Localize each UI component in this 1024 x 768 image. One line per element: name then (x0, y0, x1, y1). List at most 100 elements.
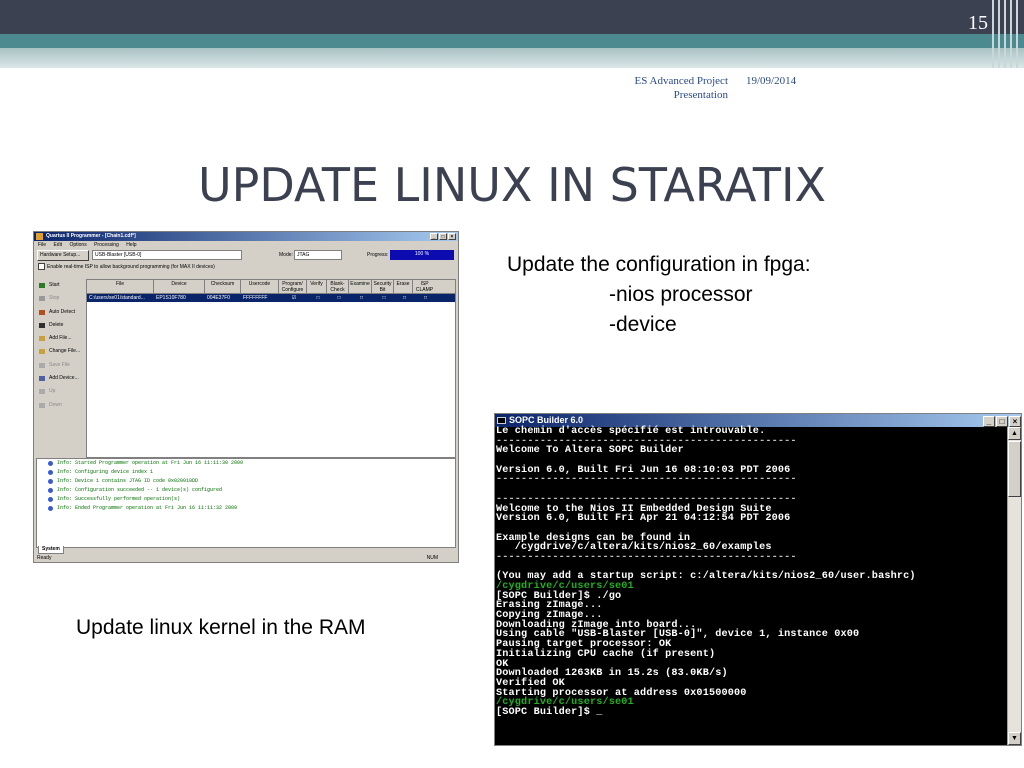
col-usercode[interactable]: Usercode (241, 280, 279, 293)
examine-checkbox[interactable]: □ (349, 294, 372, 302)
change-file-button[interactable]: Change File... (36, 346, 86, 357)
quartus-app-icon (36, 233, 43, 240)
isp-checkbox[interactable] (38, 263, 45, 271)
mode-label: Mode: (279, 252, 293, 258)
info-icon (48, 461, 53, 466)
quartus-menu-bar: File Edit Options Processing Help (34, 241, 458, 249)
config-bullet: Update the configuration in fpga: -nios … (507, 250, 811, 340)
scroll-thumb[interactable] (1008, 441, 1021, 497)
col-isp-clamp[interactable]: ISP CLAMP (413, 280, 436, 293)
auto-detect-button[interactable]: Auto Detect (36, 307, 86, 318)
message-line: Info: Device 1 contains JTAG ID code 0x0… (37, 477, 455, 486)
kernel-caption: Update linux kernel in the RAM (76, 616, 366, 639)
col-erase[interactable]: Erase (394, 280, 413, 293)
device-chain-table: File Device Checksum Usercode Program/ C… (86, 279, 456, 458)
security-bit-checkbox[interactable]: □ (372, 294, 394, 302)
blank-check-checkbox[interactable]: □ (327, 294, 349, 302)
cell-usercode: FFFFFFFF (243, 295, 268, 301)
progress-bar: 100 % (390, 250, 454, 260)
info-icon (48, 479, 53, 484)
quartus-side-buttons: Start Stop Auto Detect Delete Add File..… (36, 280, 86, 413)
menu-file[interactable]: File (38, 242, 46, 248)
verify-checkbox[interactable]: □ (307, 294, 327, 302)
scroll-down-icon[interactable]: ▼ (1008, 732, 1021, 745)
maximize-icon[interactable]: □ (996, 416, 1008, 427)
add-file-button[interactable]: Add File... (36, 333, 86, 344)
sopc-builder-window: SOPC Builder 6.0 _ □ × Le chemin d'accès s… (494, 413, 1022, 746)
down-icon (39, 402, 45, 408)
col-examine[interactable]: Examine (349, 280, 372, 293)
sub-item-device: -device (609, 313, 677, 336)
close-icon[interactable]: × (448, 233, 456, 240)
save-file-icon (39, 362, 45, 368)
mode-select[interactable]: JTAG (294, 250, 342, 260)
message-line: Info: Configuring device index 1 (37, 468, 455, 477)
footer-line-1: ES Advanced Project (634, 75, 728, 87)
console-line: Welcome To Altera SOPC Builder (496, 445, 684, 457)
col-file[interactable]: File (87, 280, 154, 293)
cell-device: EP1S10F780 (156, 295, 186, 301)
delete-button[interactable]: Delete (36, 320, 86, 331)
hardware-setup-button[interactable]: Hardware Setup... (37, 250, 89, 261)
isp-clamp-checkbox[interactable]: □ (413, 294, 436, 302)
console-line: ----------------------------------------… (496, 474, 797, 486)
footer-line-2: Presentation (673, 89, 728, 101)
quartus-title-bar: Quartus II Programmer - [Chain1.cdf*] _ □… (34, 232, 458, 241)
close-icon[interactable]: × (1009, 416, 1021, 427)
minimize-icon[interactable]: _ (983, 416, 995, 427)
maximize-icon[interactable]: □ (439, 233, 447, 240)
col-blank-check[interactable]: Blank- Check (327, 280, 349, 293)
start-icon (39, 283, 45, 288)
bullet-text: Update the configuration in fpga: (507, 253, 811, 276)
delete-icon (39, 322, 45, 328)
info-icon (48, 488, 53, 493)
sub-item-nios: -nios processor (609, 283, 753, 306)
quartus-programmer-window: Quartus II Programmer - [Chain1.cdf*] _ □… (33, 231, 459, 563)
isp-checkbox-row[interactable]: Enable real-time ISP to allow background… (34, 263, 458, 272)
col-security-bit[interactable]: Security Bit (372, 280, 394, 293)
console-line: Downloaded 1263KB in 15.2s (83.0KB/s) (496, 668, 728, 680)
col-checksum[interactable]: Checksum (205, 280, 241, 293)
progress-label: Progress: (367, 252, 389, 258)
auto-detect-icon (39, 309, 45, 315)
change-file-icon (39, 349, 45, 355)
console-line: Version 6.0, Built Fri Apr 21 04:12:54 P… (496, 513, 791, 525)
info-icon (48, 497, 53, 502)
minimize-icon[interactable]: _ (430, 233, 438, 240)
message-line: Info: Ended Programmer operation at Fri … (37, 504, 455, 513)
slide-title: UPDATE LINUX IN STARATIX (197, 158, 827, 212)
header-bar-light (0, 48, 1024, 68)
add-file-icon (39, 336, 45, 342)
message-line: Info: Started Programmer operation at Fr… (37, 459, 455, 468)
menu-edit[interactable]: Edit (53, 242, 62, 248)
col-device[interactable]: Device (154, 280, 205, 293)
console-icon (497, 417, 506, 424)
console-scrollbar[interactable]: ▲ ▼ (1007, 427, 1021, 745)
menu-options[interactable]: Options (69, 242, 86, 248)
up-button[interactable]: Up (36, 386, 86, 397)
col-verify[interactable]: Verify (307, 280, 327, 293)
stop-button[interactable]: Stop (36, 293, 86, 304)
console-line: Initializing CPU cache (if present) (496, 648, 716, 660)
program-checkbox[interactable]: ☑ (279, 294, 307, 302)
footer-presentation-title: ES Advanced Project Presentation (610, 74, 728, 102)
cell-checksum: 004E37F0 (207, 295, 231, 301)
add-device-icon (39, 376, 45, 382)
erase-checkbox[interactable]: □ (394, 294, 413, 302)
menu-help[interactable]: Help (126, 242, 136, 248)
sopc-window-title: SOPC Builder 6.0 (509, 415, 584, 425)
footer-date: 19/09/2014 (746, 75, 797, 87)
down-button[interactable]: Down (36, 400, 86, 411)
col-program[interactable]: Program/ Configure (279, 280, 307, 293)
tab-system[interactable]: System (38, 546, 64, 554)
add-device-button[interactable]: Add Device... (36, 373, 86, 384)
header-bar-teal (0, 34, 1024, 48)
message-line: Info: Configuration succeeded -- 1 devic… (37, 486, 455, 495)
console-output[interactable]: Le chemin d'accès spécifié est introuvab… (495, 427, 1004, 745)
menu-processing[interactable]: Processing (94, 242, 119, 248)
header-bar-dark (0, 0, 1024, 34)
save-file-button[interactable]: Save File (36, 360, 86, 371)
scroll-up-icon[interactable]: ▲ (1008, 427, 1021, 440)
start-button[interactable]: Start (36, 280, 86, 291)
table-row[interactable]: C:/users/se01/standard... EP1S10F780 004… (87, 294, 455, 302)
